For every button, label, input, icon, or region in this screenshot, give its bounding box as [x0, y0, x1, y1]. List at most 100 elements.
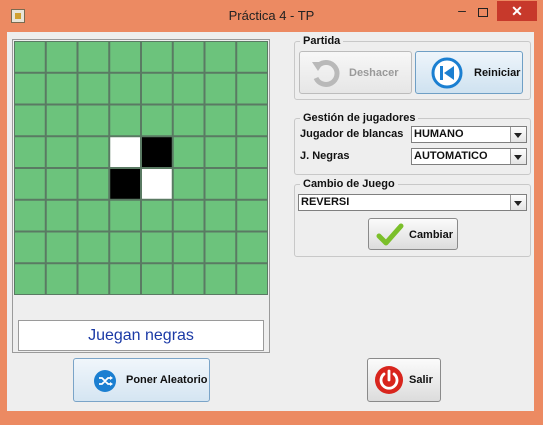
partida-legend: Partida	[303, 35, 341, 47]
board-cell[interactable]	[46, 105, 77, 136]
poner-aleatorio-button[interactable]: Poner Aleatorio	[73, 358, 210, 402]
board-cell[interactable]	[110, 105, 140, 136]
board-cell[interactable]	[78, 42, 109, 72]
board-cell[interactable]	[173, 169, 204, 199]
board-cell[interactable]	[46, 264, 77, 294]
board-cell[interactable]	[78, 137, 109, 167]
white-piece[interactable]	[110, 137, 140, 167]
board-cell[interactable]	[205, 137, 236, 167]
board-cell[interactable]	[237, 232, 267, 263]
board-cell[interactable]	[110, 264, 140, 294]
shuffle-icon	[94, 370, 116, 392]
board-cell[interactable]	[205, 169, 236, 199]
board-cell[interactable]	[237, 200, 267, 231]
board-cell[interactable]	[237, 264, 267, 294]
cambiar-button[interactable]: Cambiar	[368, 218, 458, 250]
skip-back-icon	[431, 57, 463, 89]
board-cell[interactable]	[237, 73, 267, 104]
board-cell[interactable]	[173, 264, 204, 294]
game-board[interactable]	[14, 41, 268, 295]
chevron-down-icon[interactable]	[510, 127, 526, 142]
board-cell[interactable]	[46, 232, 77, 263]
close-button[interactable]: ✕	[497, 1, 537, 21]
board-cell[interactable]	[205, 264, 236, 294]
cambio-legend: Cambio de Juego	[303, 178, 395, 190]
board-cell[interactable]	[237, 42, 267, 72]
board-cell[interactable]	[78, 264, 109, 294]
gestion-legend: Gestión de jugadores	[303, 112, 416, 124]
main-panel: Juegan negras Partida Deshacer Reiniciar…	[7, 32, 534, 411]
board-cell[interactable]	[78, 232, 109, 263]
board-cell[interactable]	[142, 105, 172, 136]
board-cell[interactable]	[173, 105, 204, 136]
board-cell[interactable]	[142, 73, 172, 104]
juego-select[interactable]: REVERSI	[298, 194, 527, 211]
board-cell[interactable]	[15, 105, 45, 136]
board-cell[interactable]	[15, 73, 45, 104]
deshacer-button[interactable]: Deshacer	[299, 51, 412, 94]
board-cell[interactable]	[237, 137, 267, 167]
app-window: Práctica 4 - TP – ✕ Juegan negras Partid…	[0, 0, 543, 425]
turn-status: Juegan negras	[18, 320, 264, 351]
board-cell[interactable]	[15, 42, 45, 72]
board-cell[interactable]	[205, 73, 236, 104]
white-piece[interactable]	[142, 169, 172, 199]
blancas-select[interactable]: HUMANO	[411, 126, 527, 143]
minimize-button[interactable]: –	[453, 3, 471, 20]
cambiar-label: Cambiar	[409, 229, 454, 241]
salir-button[interactable]: Salir	[367, 358, 441, 402]
board-cell[interactable]	[173, 73, 204, 104]
blancas-value: HUMANO	[414, 128, 464, 140]
board-cell[interactable]	[46, 42, 77, 72]
board-cell[interactable]	[110, 42, 140, 72]
board-cell[interactable]	[142, 200, 172, 231]
board-cell[interactable]	[173, 137, 204, 167]
board-cell[interactable]	[110, 200, 140, 231]
board-cell[interactable]	[237, 105, 267, 136]
board-cell[interactable]	[78, 73, 109, 104]
board-cell[interactable]	[142, 232, 172, 263]
chevron-down-icon[interactable]	[510, 149, 526, 164]
board-panel: Juegan negras	[12, 39, 270, 353]
black-piece[interactable]	[110, 169, 140, 199]
reiniciar-button[interactable]: Reiniciar	[415, 51, 523, 94]
board-cell[interactable]	[173, 42, 204, 72]
blancas-label: Jugador de blancas	[300, 128, 404, 140]
board-cell[interactable]	[142, 42, 172, 72]
board-cell[interactable]	[110, 73, 140, 104]
board-cell[interactable]	[78, 105, 109, 136]
board-cell[interactable]	[205, 105, 236, 136]
undo-icon	[312, 59, 340, 87]
power-icon	[375, 366, 403, 394]
board-cell[interactable]	[46, 137, 77, 167]
board-cell[interactable]	[110, 232, 140, 263]
chevron-down-icon[interactable]	[510, 195, 526, 210]
board-cell[interactable]	[15, 169, 45, 199]
black-piece[interactable]	[142, 137, 172, 167]
board-cell[interactable]	[46, 73, 77, 104]
board-cell[interactable]	[205, 42, 236, 72]
board-cell[interactable]	[173, 200, 204, 231]
board-cell[interactable]	[237, 169, 267, 199]
board-cell[interactable]	[205, 200, 236, 231]
negras-value: AUTOMATICO	[414, 150, 488, 162]
board-cell[interactable]	[173, 232, 204, 263]
juego-value: REVERSI	[301, 196, 350, 208]
maximize-button[interactable]	[474, 4, 492, 20]
board-cell[interactable]	[15, 264, 45, 294]
negras-label: J. Negras	[300, 150, 350, 162]
poner-aleatorio-label: Poner Aleatorio	[126, 374, 208, 386]
title-bar[interactable]: Práctica 4 - TP – ✕	[0, 0, 543, 32]
board-cell[interactable]	[46, 200, 77, 231]
negras-select[interactable]: AUTOMATICO	[411, 148, 527, 165]
board-cell[interactable]	[15, 232, 45, 263]
board-cell[interactable]	[78, 200, 109, 231]
board-cell[interactable]	[46, 169, 77, 199]
checkmark-icon	[376, 223, 404, 246]
gestion-group: Gestión de jugadores	[294, 112, 531, 175]
board-cell[interactable]	[78, 169, 109, 199]
board-cell[interactable]	[15, 200, 45, 231]
board-cell[interactable]	[15, 137, 45, 167]
board-cell[interactable]	[142, 264, 172, 294]
board-cell[interactable]	[205, 232, 236, 263]
